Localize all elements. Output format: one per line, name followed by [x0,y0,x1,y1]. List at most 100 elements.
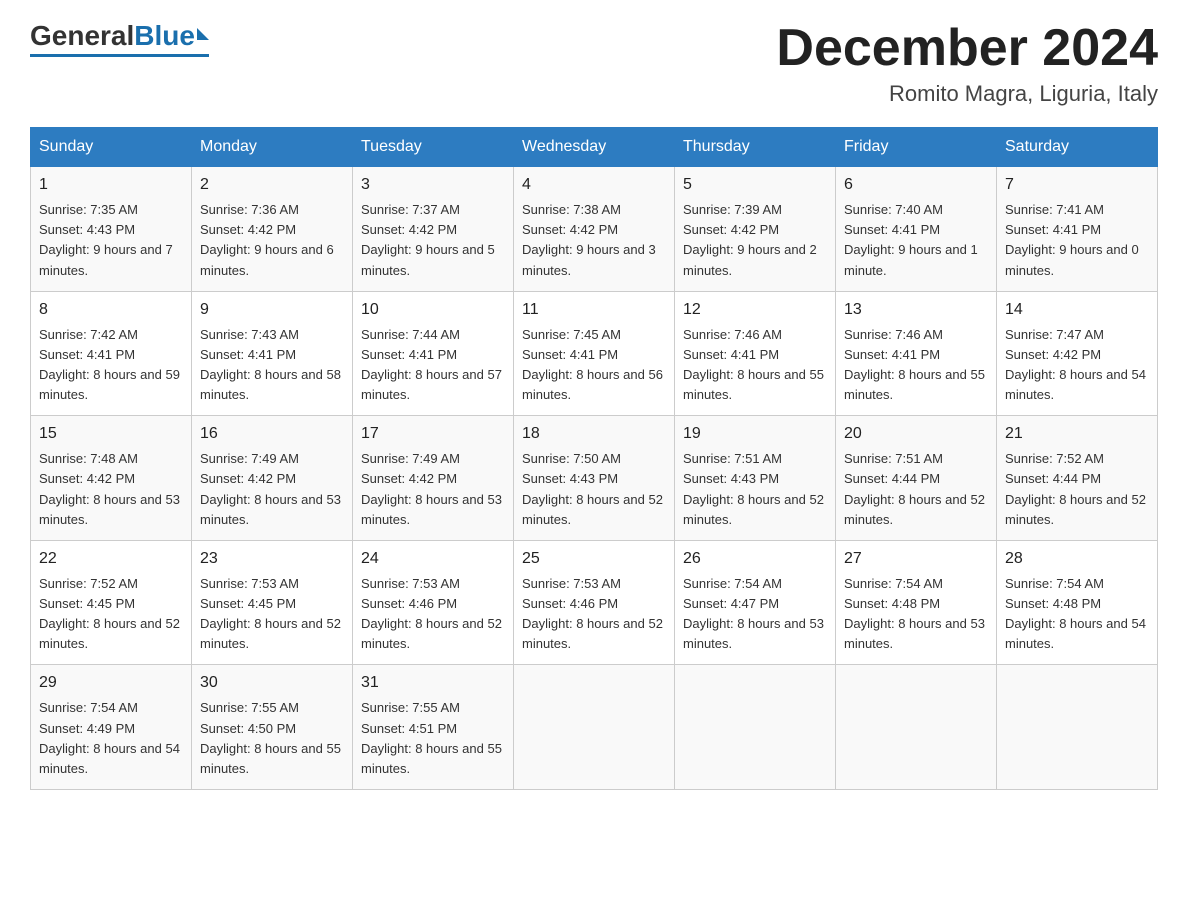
calendar-cell: 12Sunrise: 7:46 AMSunset: 4:41 PMDayligh… [675,291,836,416]
day-info: Sunrise: 7:44 AMSunset: 4:41 PMDaylight:… [361,325,505,406]
day-number: 20 [844,422,988,446]
day-number: 4 [522,173,666,197]
calendar-cell: 3Sunrise: 7:37 AMSunset: 4:42 PMDaylight… [353,167,514,292]
day-number: 6 [844,173,988,197]
location-title: Romito Magra, Liguria, Italy [776,81,1158,107]
day-info: Sunrise: 7:42 AMSunset: 4:41 PMDaylight:… [39,325,183,406]
calendar-cell: 11 Sunrise: 7:45 AMSunset: 4:41 PMDayligh… [514,291,675,416]
weekday-header-sunday: Sunday [31,128,192,167]
logo: General Blue [30,20,209,57]
calendar-cell: 5Sunrise: 7:39 AMSunset: 4:42 PMDaylight… [675,167,836,292]
day-info: Sunrise: 7:46 AMSunset: 4:41 PMDaylight:… [683,325,827,406]
calendar-cell: 19Sunrise: 7:51 AMSunset: 4:43 PMDayligh… [675,416,836,541]
day-info: Sunrise: 7:55 AMSunset: 4:51 PMDaylight:… [361,698,505,779]
weekday-header-thursday: Thursday [675,128,836,167]
day-number: 30 [200,671,344,695]
day-info: Sunrise: 7:52 AMSunset: 4:44 PMDaylight:… [1005,449,1149,530]
day-info: Sunrise: 7:35 AMSunset: 4:43 PMDaylight:… [39,200,183,281]
calendar-cell: 29 Sunrise: 7:54 AMSunset: 4:49 PMDayligh… [31,665,192,790]
day-number: 28 [1005,547,1149,571]
day-number: 13 [844,298,988,322]
calendar-cell: 17Sunrise: 7:49 AMSunset: 4:42 PMDayligh… [353,416,514,541]
month-title: December 2024 [776,20,1158,77]
day-info: Sunrise: 7:53 AMSunset: 4:46 PMDaylight:… [361,574,505,655]
calendar-week-row: 29 Sunrise: 7:54 AMSunset: 4:49 PMDayligh… [31,665,1158,790]
calendar-cell: 22 Sunrise: 7:52 AMSunset: 4:45 PMDayligh… [31,540,192,665]
day-number: 15 [39,422,183,446]
calendar-cell: 18Sunrise: 7:50 AMSunset: 4:43 PMDayligh… [514,416,675,541]
day-number: 1 [39,173,183,197]
day-number: 31 [361,671,505,695]
weekday-header-friday: Friday [836,128,997,167]
day-number: 8 [39,298,183,322]
calendar-cell [514,665,675,790]
day-number: 27 [844,547,988,571]
day-info: Sunrise: 7:47 AMSunset: 4:42 PMDaylight:… [1005,325,1149,406]
day-number: 19 [683,422,827,446]
day-number: 21 [1005,422,1149,446]
calendar-cell: 28Sunrise: 7:54 AMSunset: 4:48 PMDayligh… [997,540,1158,665]
calendar-cell [675,665,836,790]
calendar-cell: 6 Sunrise: 7:40 AMSunset: 4:41 PMDaylight… [836,167,997,292]
day-info: Sunrise: 7:39 AMSunset: 4:42 PMDaylight:… [683,200,827,281]
day-info: Sunrise: 7:46 AMSunset: 4:41 PMDaylight:… [844,325,988,406]
day-number: 26 [683,547,827,571]
day-info: Sunrise: 7:53 AMSunset: 4:45 PMDaylight:… [200,574,344,655]
calendar-cell: 23 Sunrise: 7:53 AMSunset: 4:45 PMDayligh… [192,540,353,665]
day-info: Sunrise: 7:52 AMSunset: 4:45 PMDaylight:… [39,574,183,655]
weekday-header-wednesday: Wednesday [514,128,675,167]
day-info: Sunrise: 7:49 AMSunset: 4:42 PMDaylight:… [200,449,344,530]
day-info: Sunrise: 7:54 AMSunset: 4:48 PMDaylight:… [844,574,988,655]
calendar-week-row: 22 Sunrise: 7:52 AMSunset: 4:45 PMDayligh… [31,540,1158,665]
day-info: Sunrise: 7:55 AMSunset: 4:50 PMDaylight:… [200,698,344,779]
day-number: 18 [522,422,666,446]
title-section: December 2024 Romito Magra, Liguria, Ita… [776,20,1158,107]
calendar-week-row: 1 Sunrise: 7:35 AMSunset: 4:43 PMDaylight… [31,167,1158,292]
page-header: General Blue December 2024 Romito Magra,… [30,20,1158,107]
calendar-table: SundayMondayTuesdayWednesdayThursdayFrid… [30,127,1158,790]
day-number: 29 [39,671,183,695]
calendar-cell: 8 Sunrise: 7:42 AMSunset: 4:41 PMDaylight… [31,291,192,416]
logo-general-text: General [30,20,134,52]
day-number: 25 [522,547,666,571]
day-number: 14 [1005,298,1149,322]
day-number: 16 [200,422,344,446]
day-info: Sunrise: 7:38 AMSunset: 4:42 PMDaylight:… [522,200,666,281]
day-number: 23 [200,547,344,571]
day-info: Sunrise: 7:36 AMSunset: 4:42 PMDaylight:… [200,200,344,281]
calendar-cell: 31 Sunrise: 7:55 AMSunset: 4:51 PMDayligh… [353,665,514,790]
calendar-cell: 10 Sunrise: 7:44 AMSunset: 4:41 PMDayligh… [353,291,514,416]
day-number: 9 [200,298,344,322]
day-number: 17 [361,422,505,446]
calendar-cell: 20 Sunrise: 7:51 AMSunset: 4:44 PMDayligh… [836,416,997,541]
day-info: Sunrise: 7:40 AMSunset: 4:41 PMDaylight:… [844,200,988,281]
weekday-header-tuesday: Tuesday [353,128,514,167]
day-info: Sunrise: 7:51 AMSunset: 4:44 PMDaylight:… [844,449,988,530]
calendar-cell [836,665,997,790]
day-info: Sunrise: 7:43 AMSunset: 4:41 PMDaylight:… [200,325,344,406]
day-number: 11 [522,298,666,322]
day-info: Sunrise: 7:48 AMSunset: 4:42 PMDaylight:… [39,449,183,530]
day-number: 22 [39,547,183,571]
day-number: 10 [361,298,505,322]
calendar-cell: 14 Sunrise: 7:47 AMSunset: 4:42 PMDayligh… [997,291,1158,416]
calendar-cell: 15 Sunrise: 7:48 AMSunset: 4:42 PMDayligh… [31,416,192,541]
logo-triangle-icon [197,28,209,40]
calendar-cell: 7 Sunrise: 7:41 AMSunset: 4:41 PMDaylight… [997,167,1158,292]
weekday-header-monday: Monday [192,128,353,167]
day-number: 24 [361,547,505,571]
day-info: Sunrise: 7:54 AMSunset: 4:47 PMDaylight:… [683,574,827,655]
calendar-cell: 21 Sunrise: 7:52 AMSunset: 4:44 PMDayligh… [997,416,1158,541]
day-info: Sunrise: 7:45 AMSunset: 4:41 PMDaylight:… [522,325,666,406]
calendar-week-row: 15 Sunrise: 7:48 AMSunset: 4:42 PMDayligh… [31,416,1158,541]
calendar-cell: 27 Sunrise: 7:54 AMSunset: 4:48 PMDayligh… [836,540,997,665]
day-info: Sunrise: 7:54 AMSunset: 4:49 PMDaylight:… [39,698,183,779]
logo-underline [30,54,209,57]
day-info: Sunrise: 7:37 AMSunset: 4:42 PMDaylight:… [361,200,505,281]
calendar-cell: 30 Sunrise: 7:55 AMSunset: 4:50 PMDayligh… [192,665,353,790]
day-info: Sunrise: 7:41 AMSunset: 4:41 PMDaylight:… [1005,200,1149,281]
calendar-cell: 16 Sunrise: 7:49 AMSunset: 4:42 PMDayligh… [192,416,353,541]
day-number: 7 [1005,173,1149,197]
calendar-cell [997,665,1158,790]
logo-blue-text: Blue [134,20,195,52]
